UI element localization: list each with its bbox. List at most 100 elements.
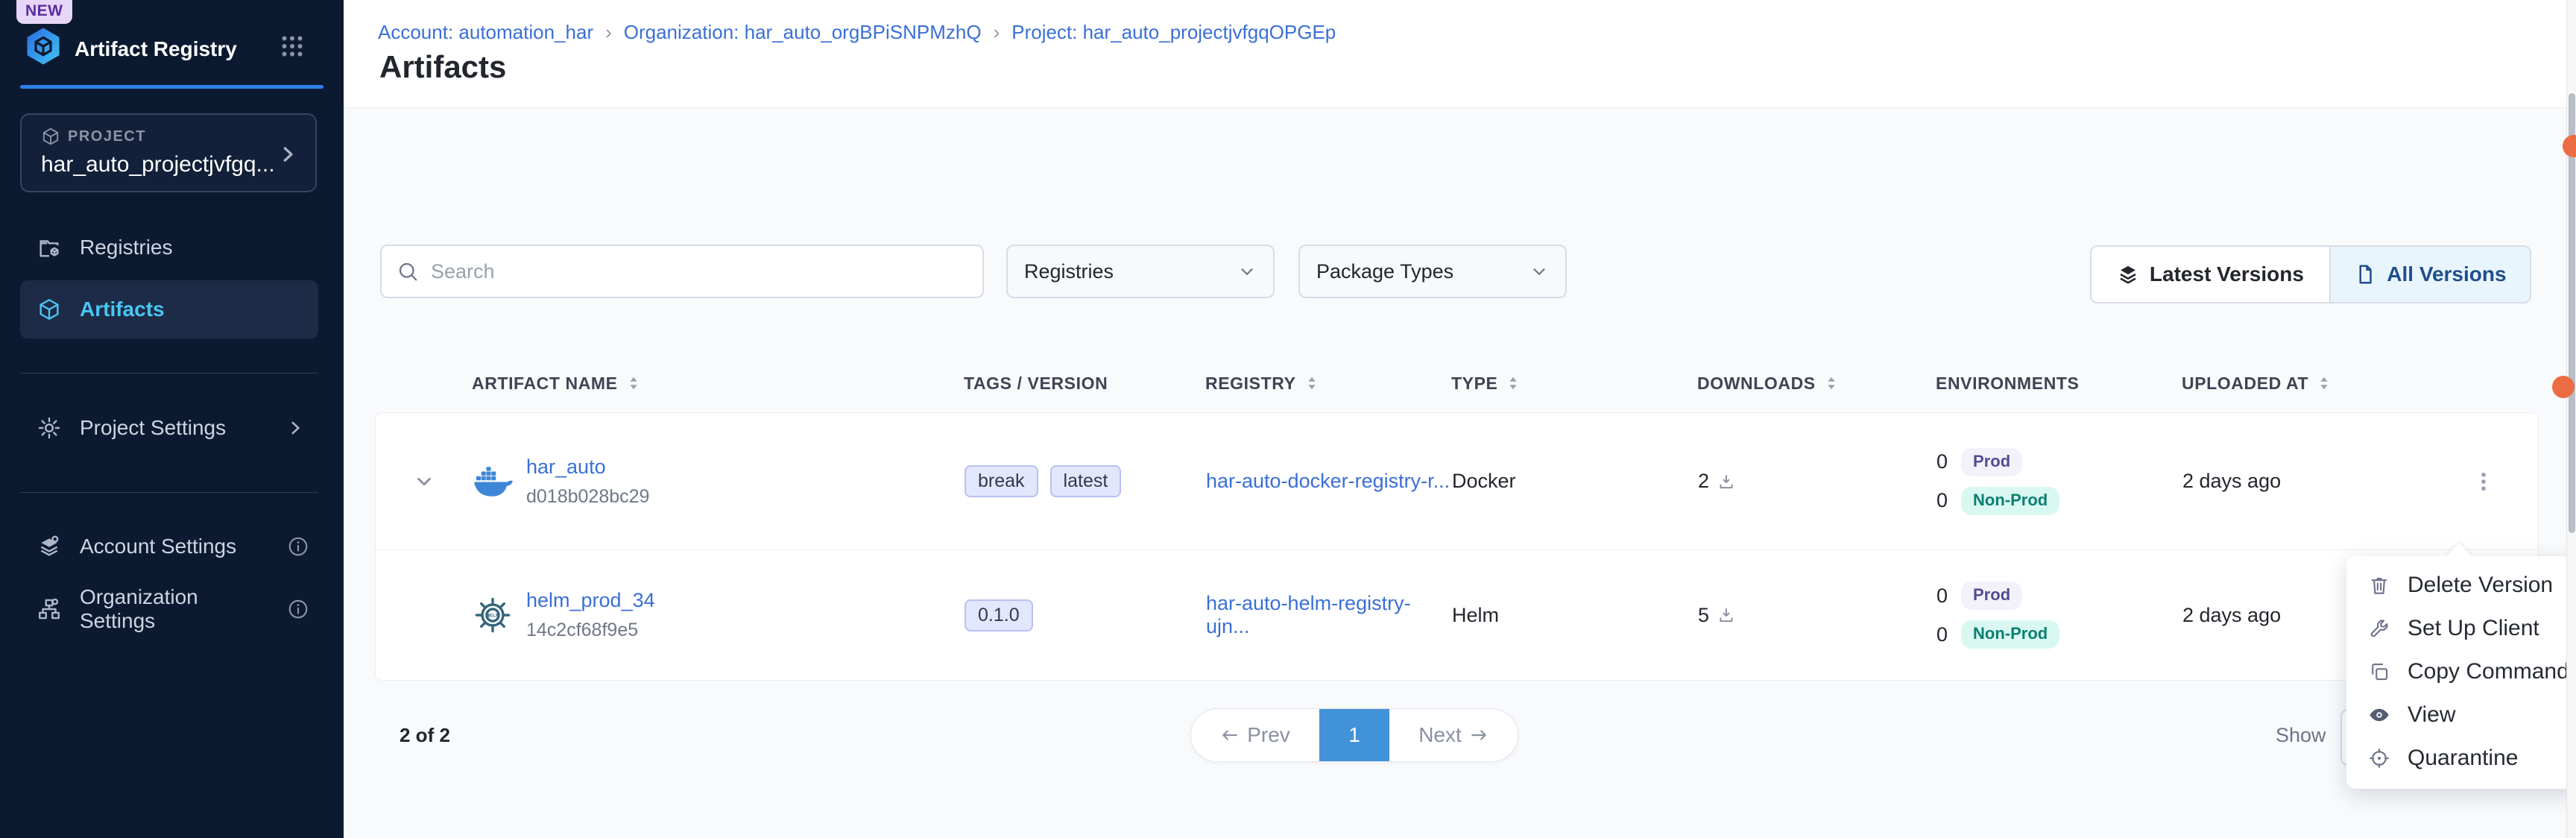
sidebar-accent-line (20, 85, 323, 89)
version-chip: 0.1.0 (965, 599, 1033, 631)
gear-icon (37, 415, 62, 441)
next-page-button[interactable]: Next (1389, 709, 1518, 761)
tag-chip: break (965, 465, 1038, 497)
download-icon (1717, 472, 1736, 491)
column-header-uploaded-at[interactable]: UPLOADED AT (2182, 374, 2428, 394)
artifact-type: Docker (1452, 470, 1698, 493)
sort-icon[interactable] (1505, 375, 1521, 391)
sidebar: NEW Artifact Registry (0, 0, 344, 838)
breadcrumb-separator: › (605, 21, 612, 44)
sort-icon[interactable] (1304, 375, 1320, 391)
artifact-name-link[interactable]: helm_prod_34 (526, 589, 655, 612)
chevron-right-icon (285, 418, 305, 438)
menu-item-set-up-client[interactable]: Set Up Client (2346, 607, 2576, 650)
project-cube-icon (41, 127, 60, 146)
column-header-type[interactable]: TYPE (1451, 374, 1697, 394)
column-header-tags-version: TAGS / VERSION (964, 374, 1205, 394)
docker-icon (473, 461, 513, 502)
vertical-scrollbar[interactable] (2566, 0, 2576, 838)
prev-page-button[interactable]: Prev (1191, 709, 1319, 761)
svg-text:HELM: HELM (485, 614, 500, 619)
registries-filter-label: Registries (1024, 260, 1114, 283)
org-chart-gear-icon (37, 596, 62, 622)
search-icon (397, 260, 419, 283)
artifacts-table: har_auto d018b028bc29 break latest har-a… (375, 412, 2539, 681)
content-area: Registries Package Types (344, 108, 2576, 838)
artifact-digest: 14c2cf68f9e5 (526, 620, 655, 641)
table-row: har_auto d018b028bc29 break latest har-a… (376, 413, 2538, 550)
column-header-registry[interactable]: REGISTRY (1205, 374, 1451, 394)
sort-icon[interactable] (2316, 375, 2332, 391)
all-versions-button[interactable]: All Versions (2329, 247, 2530, 302)
app-switcher-grid-icon[interactable] (279, 33, 306, 60)
sort-icon[interactable] (1823, 375, 1840, 391)
downloads-count: 2 (1698, 470, 1709, 493)
uploaded-at: 2 days ago (2182, 470, 2428, 493)
breadcrumb-organization-link[interactable]: Organization: har_auto_orgBPiSNPMzhQ (624, 21, 982, 44)
tag-chip: latest (1050, 465, 1122, 497)
info-icon (287, 598, 309, 620)
artifacts-cube-icon (37, 297, 62, 322)
menu-item-view[interactable]: View (2346, 693, 2576, 737)
registries-filter-dropdown[interactable]: Registries (1006, 245, 1275, 298)
breadcrumb-project-link[interactable]: Project: har_auto_projectjvfgqOPGEp (1011, 21, 1336, 44)
column-header-artifact-name[interactable]: ARTIFACT NAME (472, 374, 964, 394)
sidebar-divider (20, 492, 318, 493)
chevron-right-icon (277, 143, 299, 166)
sidebar-item-account-settings[interactable]: Account Settings (20, 517, 318, 576)
nonprod-count: 0 (1936, 623, 1948, 646)
row-actions-kebab-icon[interactable] (2428, 469, 2538, 494)
artifact-registry-logo-icon (22, 25, 64, 67)
nonprod-badge: Non-Prod (1961, 487, 2059, 515)
eye-icon (2367, 703, 2391, 727)
sidebar-item-label: Registries (80, 236, 172, 259)
sidebar-item-label: Artifacts (80, 297, 165, 321)
prod-badge: Prod (1961, 448, 2022, 476)
registry-link[interactable]: har-auto-docker-registry-r... (1206, 470, 1450, 492)
wrench-icon (2367, 617, 2391, 640)
downloads-count: 5 (1698, 604, 1709, 627)
main-area: Account: automation_har › Organization: … (344, 0, 2576, 838)
sidebar-item-organization-settings[interactable]: Organization Settings (20, 580, 318, 638)
menu-item-copy-command[interactable]: Copy Command (2346, 650, 2576, 693)
results-count: 2 of 2 (400, 724, 450, 747)
sidebar-item-registries[interactable]: Registries (20, 218, 318, 277)
nonprod-count: 0 (1936, 489, 1948, 512)
version-view-toggle: Latest Versions All Versions (2090, 245, 2531, 303)
project-selector[interactable]: PROJECT har_auto_projectjvfgq... (20, 113, 317, 192)
registry-link[interactable]: har-auto-helm-registry-ujn... (1206, 592, 1411, 637)
layers-icon (2117, 263, 2139, 286)
search-input[interactable] (431, 260, 967, 283)
breadcrumb-account-link[interactable]: Account: automation_har (378, 21, 593, 44)
sidebar-item-label: Project Settings (80, 416, 226, 440)
column-header-downloads[interactable]: DOWNLOADS (1697, 374, 1936, 394)
artifact-type: Helm (1452, 604, 1698, 627)
sidebar-item-label: Account Settings (80, 535, 236, 558)
menu-item-quarantine[interactable]: Quarantine (2346, 737, 2576, 780)
helm-icon: HELM (473, 595, 513, 635)
column-header-environments: ENVIRONMENTS (1936, 374, 2182, 394)
sidebar-item-artifacts[interactable]: Artifacts (20, 280, 318, 338)
app-screen: NEW Artifact Registry (0, 0, 2576, 838)
all-versions-label: All Versions (2387, 262, 2506, 286)
row-expander-chevron-icon[interactable] (376, 470, 473, 493)
sidebar-item-project-settings[interactable]: Project Settings (20, 399, 318, 457)
registries-folder-icon (37, 235, 62, 260)
package-types-filter-dropdown[interactable]: Package Types (1298, 245, 1567, 298)
menu-item-delete-version[interactable]: Delete Version (2346, 564, 2576, 607)
layers-gear-icon (37, 534, 62, 559)
scrollbar-thumb[interactable] (2569, 93, 2575, 533)
arrow-right-icon (1469, 725, 1489, 745)
trash-icon (2367, 574, 2391, 596)
nonprod-badge: Non-Prod (1961, 620, 2059, 649)
download-icon (1717, 605, 1736, 625)
sort-icon[interactable] (625, 375, 642, 391)
page-number-button[interactable]: 1 (1319, 709, 1389, 761)
artifact-name-link[interactable]: har_auto (526, 456, 649, 479)
table-header-row: ARTIFACT NAME TAGS / VERSION REGISTRY TY… (375, 354, 2539, 412)
page-title: Artifacts (379, 49, 506, 85)
latest-versions-button[interactable]: Latest Versions (2092, 247, 2329, 302)
prod-count: 0 (1936, 585, 1948, 608)
project-name: har_auto_projectjvfgq... (41, 152, 300, 177)
pagination: Prev 1 Next (1190, 708, 1518, 762)
